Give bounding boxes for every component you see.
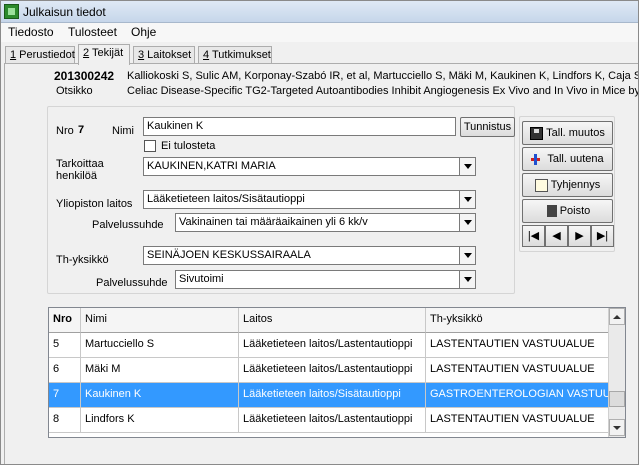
nro-value: 7	[78, 124, 85, 136]
palvelussuhde-combo[interactable]: Vakinainen tai määräaikainen yli 6 kk/v	[175, 213, 460, 232]
yliopisto-dropdown-icon[interactable]	[459, 190, 476, 209]
save-icon	[530, 126, 544, 140]
cell-nro: 5	[49, 333, 81, 358]
palvelussuhde2-dropdown-icon[interactable]	[459, 270, 476, 289]
tarkoittaa-dropdown-icon[interactable]	[459, 157, 476, 176]
previous-record-button[interactable]: ◀	[545, 225, 568, 247]
th-yksikko-dropdown-icon[interactable]	[459, 246, 476, 265]
window-title: Julkaisun tiedot	[23, 5, 106, 19]
save-new-button[interactable]: Tall. uutena	[522, 147, 613, 171]
cell-nimi: Mäki M	[81, 358, 239, 383]
yliopisto-combo[interactable]: Lääketieteen laitos/Sisätautioppi	[143, 190, 460, 209]
last-record-button[interactable]: ▶|	[591, 225, 614, 247]
cell-th-yksikko: LASTENTAUTIEN VASTUUALUE	[426, 408, 609, 433]
palvelussuhde-dropdown-icon[interactable]	[459, 213, 476, 232]
authors-grid: Nro Nimi Laitos Th-yksikkö 5 Martucciell…	[48, 307, 626, 438]
column-header-nro[interactable]: Nro	[49, 308, 81, 333]
scroll-up-icon[interactable]	[609, 308, 625, 325]
application-window: Julkaisun tiedot Tiedosto Tulosteet Ohje…	[0, 0, 639, 465]
record-navigator: |◀ ◀ ▶ ▶|	[522, 225, 614, 247]
cell-nro: 7	[49, 383, 81, 408]
ei-tulosteta-label: Ei tulosteta	[161, 140, 216, 152]
cell-th-yksikko: LASTENTAUTIEN VASTUUALUE	[426, 358, 609, 383]
tab-perustiedot[interactable]: 1 Perustiedot	[5, 46, 75, 64]
trash-icon	[546, 205, 557, 218]
th-yksikko-label: Th-yksikkö	[56, 254, 109, 266]
cell-laitos: Lääketieteen laitos/Lastentautioppi	[239, 408, 426, 433]
tab-tekijat[interactable]: 2 Tekijät	[78, 44, 130, 65]
publication-id: 201300242	[54, 69, 115, 83]
publication-authors: Kalliokoski S, Sulic AM, Korponay-Szabó …	[127, 70, 639, 82]
tunnistus-button[interactable]: Tunnistus	[460, 117, 515, 137]
menu-ohje[interactable]: Ohje	[131, 25, 156, 39]
column-header-laitos[interactable]: Laitos	[239, 308, 426, 333]
palvelussuhde-label: Palvelussuhde	[92, 219, 164, 231]
tab-tutkimukset[interactable]: 4 Tutkimukset	[198, 46, 272, 64]
grid-vertical-scrollbar[interactable]	[608, 308, 625, 437]
clear-button[interactable]: Tyhjennys	[522, 173, 613, 197]
cell-laitos: Lääketieteen laitos/Sisätautioppi	[239, 383, 426, 408]
column-header-nimi[interactable]: Nimi	[81, 308, 239, 333]
cell-nimi: Lindfors K	[81, 408, 239, 433]
scroll-down-icon[interactable]	[609, 419, 625, 436]
column-header-th-yksikko[interactable]: Th-yksikkö	[426, 308, 609, 333]
nro-label: Nro	[56, 125, 74, 137]
cell-nimi: Kaukinen K	[81, 383, 239, 408]
publication-title-label: Otsikko	[56, 85, 93, 97]
tarkoittaa-label: Tarkoittaa henkilöä	[56, 158, 104, 182]
ei-tulosteta-checkbox[interactable]	[144, 140, 156, 152]
cell-nimi: Martucciello S	[81, 333, 239, 358]
menu-bar: Tiedosto Tulosteet Ohje	[1, 23, 638, 42]
save-new-icon	[531, 153, 544, 166]
clear-icon	[534, 178, 548, 192]
next-record-button[interactable]: ▶	[568, 225, 591, 247]
tab-panel-tekijat: 201300242 Kalliokoski S, Sulic AM, Korpo…	[4, 63, 639, 464]
yliopisto-label: Yliopiston laitos	[56, 198, 133, 210]
tab-laitokset[interactable]: 3 Laitokset	[133, 46, 195, 64]
menu-tiedosto[interactable]: Tiedosto	[8, 25, 54, 39]
cell-nro: 6	[49, 358, 81, 383]
cell-th-yksikko: GASTROENTEROLOGIAN VASTUU	[426, 383, 609, 408]
title-bar: Julkaisun tiedot	[1, 1, 638, 23]
scrollbar-thumb[interactable]	[609, 391, 625, 407]
nimi-input[interactable]: Kaukinen K	[143, 117, 456, 136]
tarkoittaa-combo[interactable]: KAUKINEN,KATRI MARIA	[143, 157, 460, 176]
cell-nro: 8	[49, 408, 81, 433]
palvelussuhde2-combo[interactable]: Sivutoimi	[175, 270, 460, 289]
cell-laitos: Lääketieteen laitos/Lastentautioppi	[239, 358, 426, 383]
app-icon	[4, 4, 19, 19]
publication-title: Celiac Disease-Specific TG2-Targeted Aut…	[127, 85, 639, 97]
table-row[interactable]: 8 Lindfors K Lääketieteen laitos/Lastent…	[49, 408, 609, 433]
cell-th-yksikko: LASTENTAUTIEN VASTUUALUE	[426, 333, 609, 358]
table-row[interactable]: 6 Mäki M Lääketieteen laitos/Lastentauti…	[49, 358, 609, 383]
save-change-button[interactable]: Tall. muutos	[522, 121, 613, 145]
th-yksikko-combo[interactable]: SEINÄJOEN KESKUSSAIRAALA	[143, 246, 460, 265]
tab-strip: 1 Perustiedot 2 Tekijät 3 Laitokset 4 Tu…	[1, 44, 638, 65]
table-row-selected[interactable]: 7 Kaukinen K Lääketieteen laitos/Sisätau…	[49, 383, 609, 408]
table-row[interactable]: 5 Martucciello S Lääketieteen laitos/Las…	[49, 333, 609, 358]
delete-button[interactable]: Poisto	[522, 199, 613, 223]
grid-header-row: Nro Nimi Laitos Th-yksikkö	[49, 308, 609, 333]
cell-laitos: Lääketieteen laitos/Lastentautioppi	[239, 333, 426, 358]
palvelussuhde2-label: Palvelussuhde	[96, 277, 168, 289]
menu-tulosteet[interactable]: Tulosteet	[68, 25, 117, 39]
nimi-label: Nimi	[112, 125, 134, 137]
first-record-button[interactable]: |◀	[522, 225, 545, 247]
